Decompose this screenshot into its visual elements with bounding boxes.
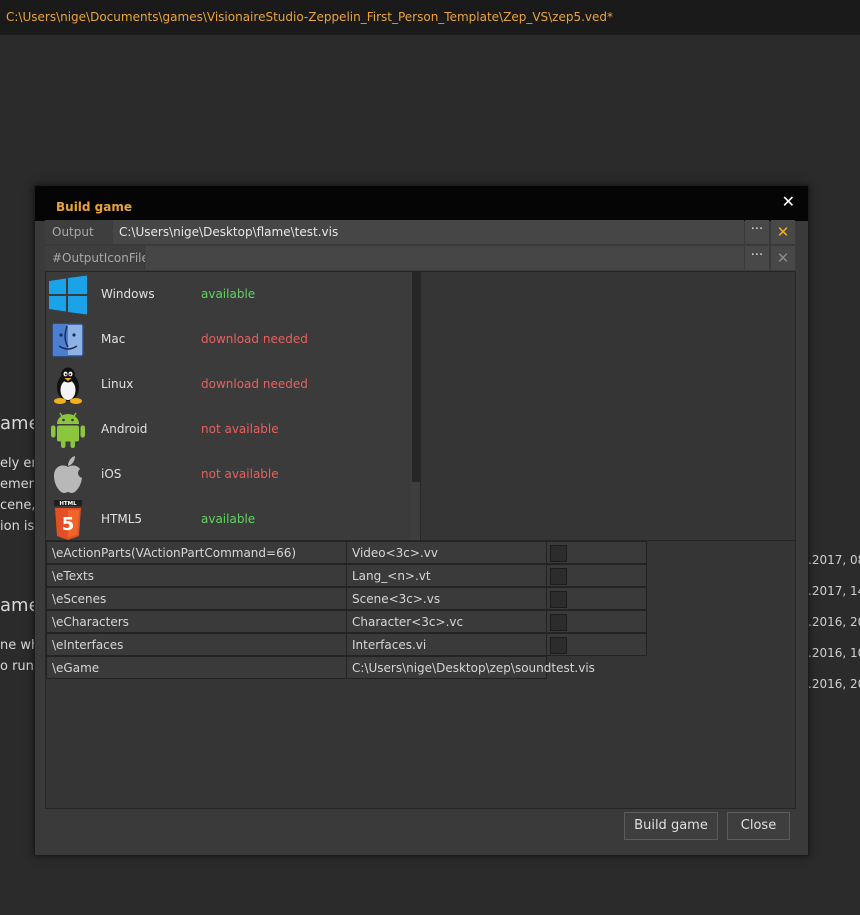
build-game-button[interactable]: Build game — [624, 812, 718, 840]
output-file-input[interactable] — [113, 220, 744, 244]
icon-file-browse-button[interactable]: ··· — [745, 246, 769, 270]
table-cell-option — [546, 587, 647, 610]
platform-status: download needed — [201, 332, 308, 346]
platform-status: not available — [201, 422, 279, 436]
table-cell-type: \eScenes — [46, 587, 347, 610]
platform-panel: Windows available Mac download needed Li… — [45, 271, 796, 541]
platform-status: available — [201, 512, 256, 526]
option-checkbox[interactable] — [550, 568, 567, 585]
background-date: .2016, 20: — [808, 677, 860, 691]
window-titlebar: C:\Users\nige\Documents\games\Visionaire… — [0, 0, 860, 35]
platform-item-html5[interactable]: HTML 5 HTML5 available — [46, 497, 411, 542]
file-mapping-table: \eActionParts(VActionPartCommand=66) Vid… — [45, 541, 796, 809]
icon-file-input[interactable] — [145, 246, 744, 270]
table-cell-type: \eGame — [46, 656, 347, 679]
android-icon — [48, 410, 88, 450]
panel-divider — [420, 272, 421, 540]
window-title-path: C:\Users\nige\Documents\games\Visionaire… — [6, 10, 614, 24]
html5-icon: HTML 5 — [48, 500, 88, 540]
table-cell-type: \eTexts — [46, 564, 347, 587]
icon-file-clear-icon[interactable]: ✕ — [771, 246, 795, 270]
platform-list-scrollbar[interactable] — [411, 272, 420, 540]
table-cell-option — [546, 564, 647, 587]
background-date: .2016, 20: — [808, 615, 860, 629]
windows-icon — [48, 275, 88, 315]
scrollbar-thumb[interactable] — [412, 272, 420, 482]
platform-name: iOS — [101, 467, 122, 481]
table-cell-file[interactable]: C:\Users\nige\Desktop\zep\soundtest.vis — [346, 656, 595, 679]
icon-file-label: #OutputIconFile — [45, 246, 149, 270]
background-date: .2017, 14: — [808, 584, 860, 598]
table-cell-option — [546, 541, 647, 564]
platform-item-android[interactable]: Android not available — [46, 407, 411, 452]
table-cell-file[interactable]: Character<3c>.vc — [346, 610, 547, 633]
platform-item-mac[interactable]: Mac download needed — [46, 317, 411, 362]
close-icon[interactable]: ✕ — [782, 194, 795, 210]
icon-file-row: #OutputIconFile ··· ✕ — [45, 246, 796, 270]
linux-icon — [48, 365, 88, 405]
background-text-line: ion is — [0, 519, 35, 534]
dialog-header: Build game ✕ — [35, 186, 808, 221]
close-button[interactable]: Close — [727, 812, 790, 840]
platform-list: Windows available Mac download needed Li… — [46, 272, 420, 540]
mac-icon — [48, 320, 88, 360]
background-text-line: o run — [0, 659, 34, 674]
background-text-line: emen — [0, 477, 37, 492]
background-date: .2017, 08: — [808, 553, 860, 567]
table-cell-file[interactable]: Scene<3c>.vs — [346, 587, 547, 610]
platform-name: Windows — [101, 287, 155, 301]
platform-item-linux[interactable]: Linux download needed — [46, 362, 411, 407]
table-cell-file[interactable]: Lang_<n>.vt — [346, 564, 547, 587]
svg-text:HTML: HTML — [59, 501, 77, 507]
platform-status: not available — [201, 467, 279, 481]
option-checkbox[interactable] — [550, 591, 567, 608]
option-checkbox[interactable] — [550, 637, 567, 654]
table-cell-type: \eCharacters — [46, 610, 347, 633]
output-file-row: Output file ··· ✕ — [45, 220, 796, 263]
output-file-browse-button[interactable]: ··· — [745, 220, 769, 244]
platform-name: Linux — [101, 377, 134, 391]
platform-status: available — [201, 287, 256, 301]
table-cell-file[interactable]: Video<3c>.vv — [346, 541, 547, 564]
platform-item-ios[interactable]: iOS not available — [46, 452, 411, 497]
svg-text:5: 5 — [62, 514, 75, 535]
table-cell-option — [546, 610, 647, 633]
output-file-label: Output file — [45, 220, 113, 263]
dialog-title: Build game — [56, 200, 133, 214]
table-cell-type: \eActionParts(VActionPartCommand=66) — [46, 541, 347, 564]
background-date: .2016, 10: — [808, 646, 860, 660]
apple-icon — [48, 455, 88, 495]
option-checkbox[interactable] — [550, 614, 567, 631]
platform-name: Mac — [101, 332, 126, 346]
output-file-clear-icon[interactable]: ✕ — [771, 220, 795, 244]
option-checkbox[interactable] — [550, 545, 567, 562]
platform-name: Android — [101, 422, 148, 436]
build-game-dialog: Build game ✕ Output file ··· ✕ #OutputIc… — [34, 185, 809, 856]
table-cell-file[interactable]: Interfaces.vi — [346, 633, 547, 656]
platform-name: HTML5 — [101, 512, 143, 526]
table-cell-option — [546, 633, 647, 656]
platform-status: download needed — [201, 377, 308, 391]
background-text-line: cene, — [0, 498, 36, 513]
table-cell-type: \eInterfaces — [46, 633, 347, 656]
platform-item-windows[interactable]: Windows available — [46, 272, 411, 317]
